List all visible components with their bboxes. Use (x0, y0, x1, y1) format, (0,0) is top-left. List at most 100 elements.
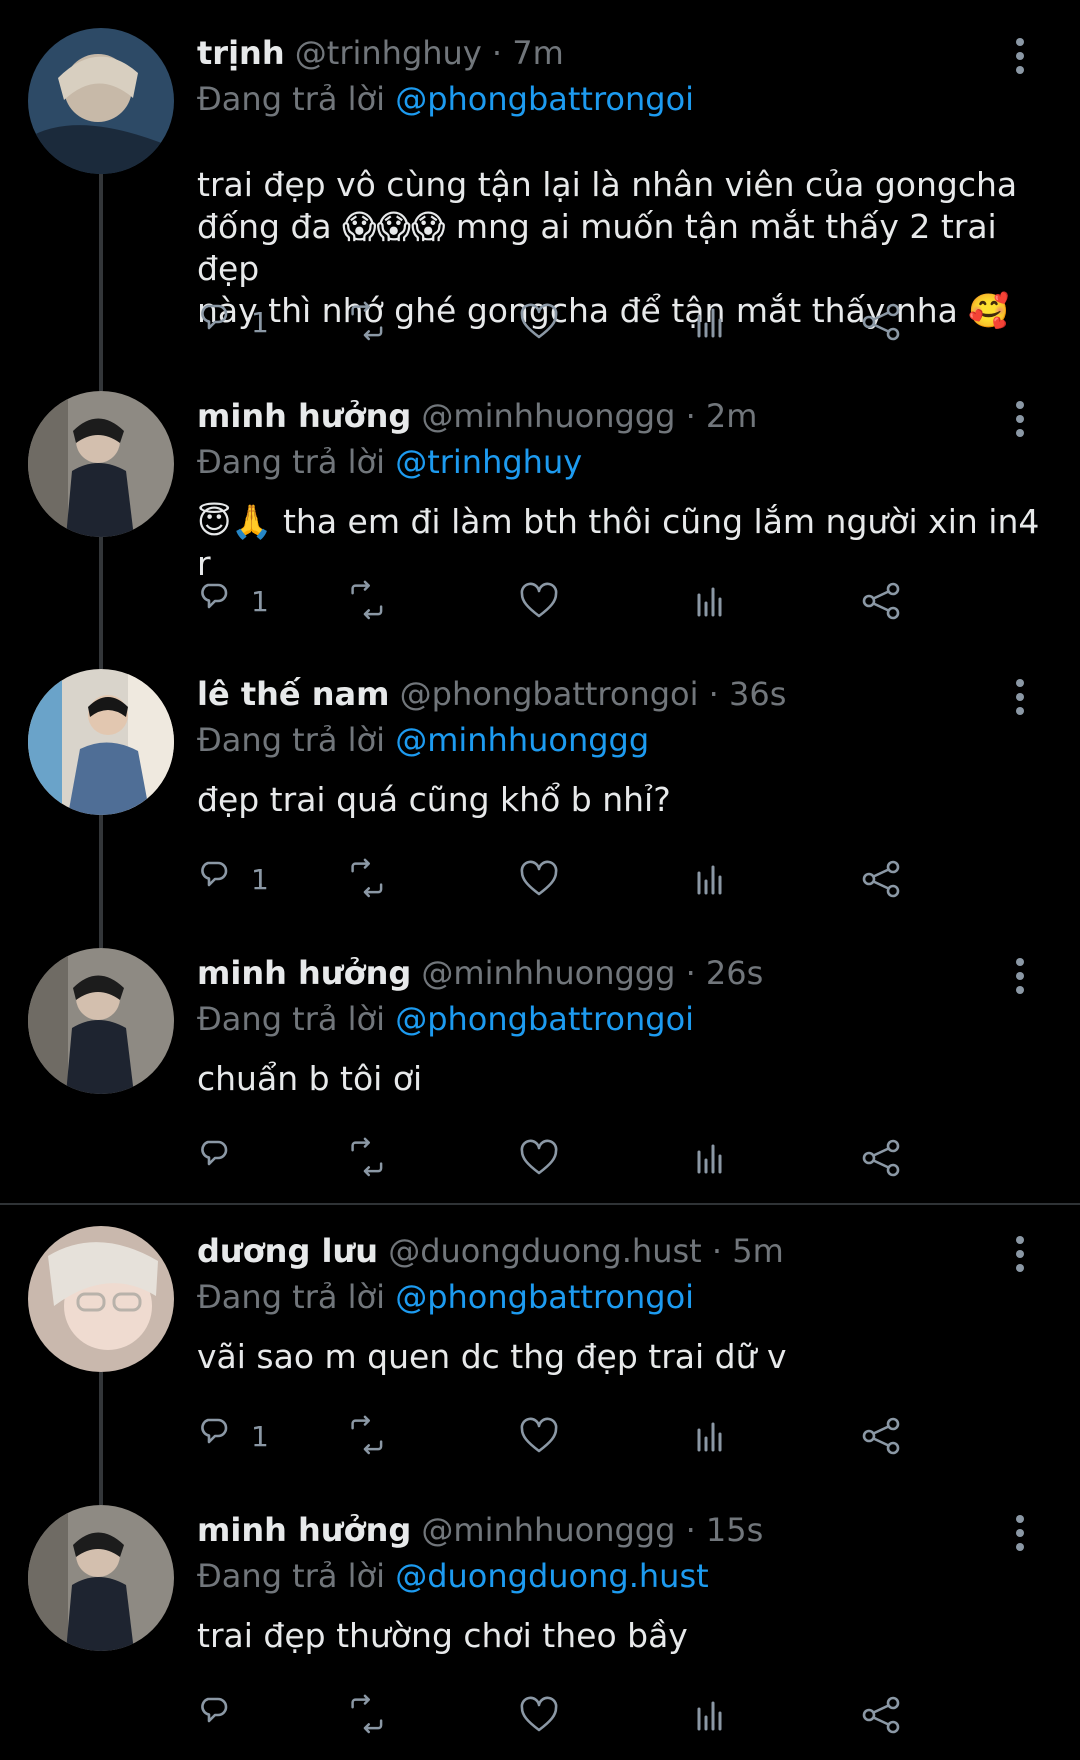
reply-to-mention[interactable]: @trinhghuy (395, 443, 582, 481)
share-icon (862, 1417, 900, 1455)
separator-dot: · (675, 954, 706, 992)
retweet-button[interactable] (345, 298, 389, 346)
tweet[interactable]: minh hưởng @minhhuonggg · 15s Đang trả lờ… (0, 1505, 1080, 1739)
views-icon (697, 1144, 722, 1174)
user-handle[interactable]: @duongduong.hust (388, 1232, 701, 1270)
replying-to: Đang trả lời @phongbattrongoi (197, 80, 694, 118)
like-button[interactable] (517, 1134, 561, 1182)
share-icon (862, 1696, 900, 1734)
display-name[interactable]: trịnh (197, 34, 285, 72)
share-icon (862, 860, 900, 898)
retweet-button[interactable] (345, 855, 389, 903)
display-name[interactable]: minh hưởng (197, 954, 411, 992)
reply-button[interactable] (197, 1134, 251, 1182)
tweet[interactable]: minh hưởng @minhhuonggg · 26s Đang trả lờ… (0, 948, 1080, 1182)
avatar[interactable] (28, 948, 174, 1094)
user-handle[interactable]: @phongbattrongoi (400, 675, 699, 713)
retweet-button[interactable] (345, 1134, 389, 1182)
more-options-button[interactable] (1008, 679, 1032, 719)
tweet[interactable]: lê thế nam @phongbattrongoi · 36s Đang tr… (0, 669, 1080, 903)
share-button[interactable] (859, 1691, 903, 1739)
like-button[interactable] (517, 298, 561, 346)
replying-to: Đang trả lời @phongbattrongoi (197, 1278, 694, 1316)
reply-button[interactable]: 1 (197, 577, 269, 625)
user-handle[interactable]: @trinhghuy (295, 34, 482, 72)
reply-to-mention[interactable]: @phongbattrongoi (395, 1000, 694, 1038)
more-vertical-icon (1008, 401, 1032, 437)
like-button[interactable] (517, 1691, 561, 1739)
retweet-button[interactable] (345, 577, 389, 625)
avatar[interactable] (28, 28, 174, 174)
more-options-button[interactable] (1008, 1236, 1032, 1276)
reply-icon (201, 583, 228, 609)
heart-icon (520, 860, 558, 896)
share-button[interactable] (859, 577, 903, 625)
tweet-text: trai đẹp thường chơi theo bầy (197, 1615, 1057, 1657)
like-button[interactable] (517, 577, 561, 625)
tweet-header: minh hưởng @minhhuonggg · 26s (197, 954, 763, 992)
reply-to-mention[interactable]: @duongduong.hust (395, 1557, 708, 1595)
user-handle[interactable]: @minhhuonggg (421, 954, 675, 992)
more-vertical-icon (1008, 1515, 1032, 1551)
like-button[interactable] (517, 1412, 561, 1460)
avatar[interactable] (28, 1226, 174, 1372)
share-icon (862, 1139, 900, 1177)
heart-icon (520, 582, 558, 618)
separator-dot: · (701, 1232, 733, 1270)
reply-button[interactable]: 1 (197, 298, 269, 346)
tweet-header: dương lưu @duongduong.hust · 5m (197, 1232, 784, 1270)
display-name[interactable]: minh hưởng (197, 1511, 411, 1549)
tweet-timestamp[interactable]: 26s (706, 954, 763, 992)
more-options-button[interactable] (1008, 401, 1032, 441)
reply-to-mention[interactable]: @minhhuonggg (395, 721, 649, 759)
share-button[interactable] (859, 855, 903, 903)
more-vertical-icon (1008, 679, 1032, 715)
reply-count: 1 (251, 862, 269, 896)
tweet-timestamp[interactable]: 15s (706, 1511, 763, 1549)
user-handle[interactable]: @minhhuonggg (421, 397, 675, 435)
avatar[interactable] (28, 669, 174, 815)
more-options-button[interactable] (1008, 38, 1032, 78)
more-options-button[interactable] (1008, 1515, 1032, 1555)
user-handle[interactable]: @minhhuonggg (421, 1511, 675, 1549)
tweet-actions: 1 (197, 1412, 1037, 1460)
tweet-timestamp[interactable]: 5m (732, 1232, 784, 1270)
tweet-timestamp[interactable]: 2m (706, 397, 758, 435)
share-button[interactable] (859, 1412, 903, 1460)
display-name[interactable]: dương lưu (197, 1232, 378, 1270)
replying-to: Đang trả lời @trinhghuy (197, 443, 582, 481)
tweet-text-line: chuẩn b tôi ơi (197, 1059, 423, 1098)
avatar[interactable] (28, 391, 174, 537)
reply-button[interactable] (197, 1691, 251, 1739)
reply-to-mention[interactable]: @phongbattrongoi (395, 1278, 694, 1316)
more-vertical-icon (1008, 958, 1032, 994)
views-icon (697, 308, 722, 338)
display-name[interactable]: minh hưởng (197, 397, 411, 435)
tweet-timestamp[interactable]: 7m (512, 34, 564, 72)
reply-to-mention[interactable]: @phongbattrongoi (395, 80, 694, 118)
reply-button[interactable]: 1 (197, 1412, 269, 1460)
reply-button[interactable]: 1 (197, 855, 269, 903)
views-button[interactable] (687, 298, 731, 346)
display-name[interactable]: lê thế nam (197, 675, 389, 713)
tweet[interactable]: trịnh @trinhghuy · 7m Đang trả lời @phong… (0, 28, 1080, 346)
replying-label: Đang trả lời (197, 1557, 386, 1595)
reply-icon (201, 1418, 228, 1444)
views-button[interactable] (687, 577, 731, 625)
tweet-timestamp[interactable]: 36s (729, 675, 786, 713)
views-button[interactable] (687, 1412, 731, 1460)
tweet[interactable]: minh hưởng @minhhuonggg · 2m Đang trả lời… (0, 391, 1080, 625)
avatar[interactable] (28, 1505, 174, 1651)
share-button[interactable] (859, 298, 903, 346)
like-button[interactable] (517, 855, 561, 903)
views-button[interactable] (687, 1134, 731, 1182)
more-options-button[interactable] (1008, 958, 1032, 998)
tweet-header: trịnh @trinhghuy · 7m (197, 34, 564, 72)
retweet-button[interactable] (345, 1691, 389, 1739)
views-button[interactable] (687, 1691, 731, 1739)
reply-icon (201, 1697, 228, 1723)
retweet-button[interactable] (345, 1412, 389, 1460)
share-button[interactable] (859, 1134, 903, 1182)
tweet[interactable]: dương lưu @duongduong.hust · 5m Đang trả … (0, 1226, 1080, 1460)
views-button[interactable] (687, 855, 731, 903)
